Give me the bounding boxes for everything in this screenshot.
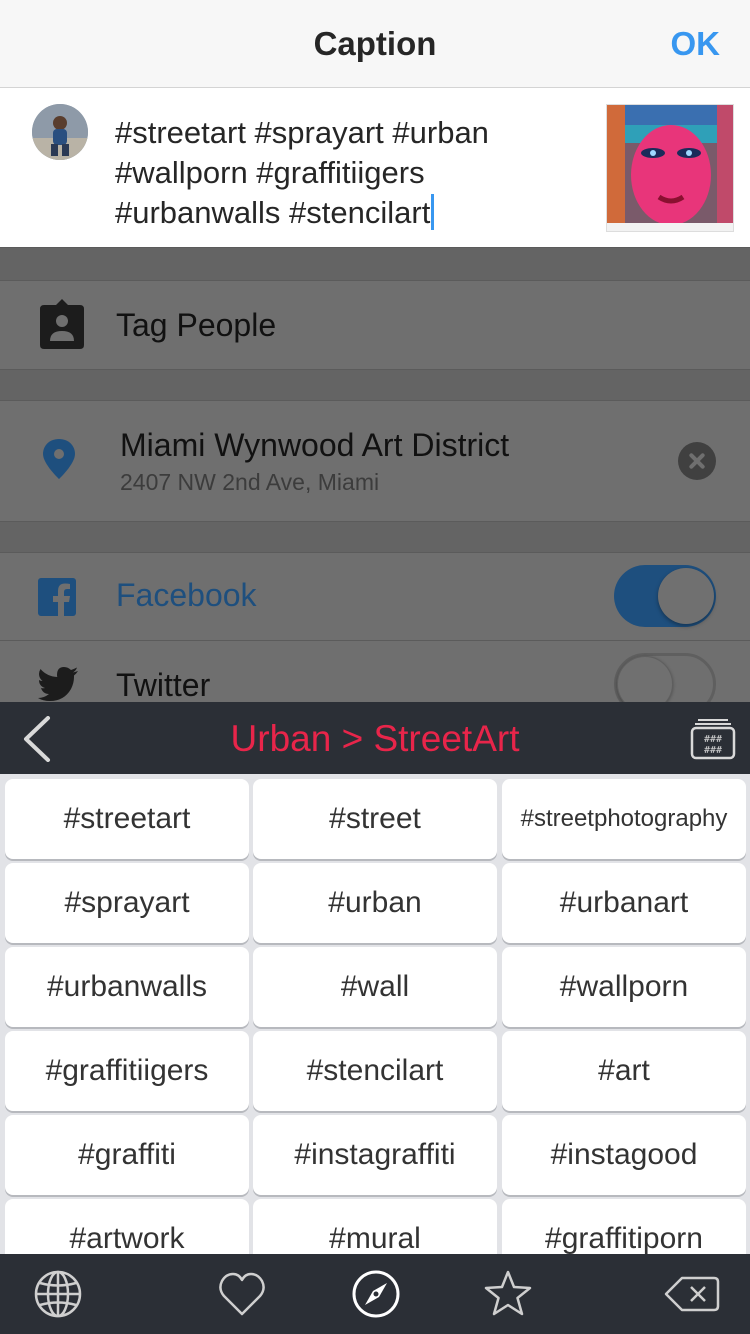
page-title: Caption: [313, 25, 437, 62]
avatar: [32, 104, 88, 160]
hashtag-key[interactable]: #wallporn: [502, 947, 746, 1027]
hashtag-key[interactable]: #mural: [253, 1199, 497, 1254]
hashtag-key[interactable]: #urbanwalls: [5, 947, 249, 1027]
twitter-share-row: Twitter: [0, 641, 750, 702]
category-breadcrumb: Urban > StreetArt: [230, 718, 520, 759]
compass-icon[interactable]: [350, 1268, 402, 1320]
hashtag-key[interactable]: #urbanart: [502, 863, 746, 943]
hashtag-key[interactable]: #instagraffiti: [253, 1115, 497, 1195]
globe-icon[interactable]: [32, 1268, 84, 1320]
hashtag-key[interactable]: #urban: [253, 863, 497, 943]
hashtag-key[interactable]: #graffiti: [5, 1115, 249, 1195]
caption-input[interactable]: #streetart #sprayart #urban #wallporn #g…: [115, 113, 585, 233]
hashtag-key[interactable]: #street: [253, 779, 497, 859]
hashtag-grid-icon[interactable]: ### ###: [690, 718, 736, 760]
hashtag-key[interactable]: #sprayart: [5, 863, 249, 943]
caption-line: #streetart #sprayart #urban: [115, 115, 489, 150]
caption-area: #streetart #sprayart #urban #wallporn #g…: [0, 89, 750, 247]
heart-icon[interactable]: [216, 1268, 268, 1320]
hashtag-key[interactable]: #instagood: [502, 1115, 746, 1195]
hashtag-key[interactable]: #streetphotography: [502, 779, 746, 859]
tag-people-label: Tag People: [116, 307, 277, 343]
facebook-label: Facebook: [116, 577, 257, 613]
svg-text:###: ###: [704, 734, 722, 745]
hashtag-key[interactable]: #artwork: [5, 1199, 249, 1254]
toggle-knob: [617, 656, 673, 702]
hashtag-key[interactable]: #graffitiigers: [5, 1031, 249, 1111]
twitter-toggle[interactable]: [614, 653, 716, 702]
section-separator: [0, 247, 750, 281]
hashtag-key[interactable]: #stencilart: [253, 1031, 497, 1111]
hashtag-key[interactable]: #graffitiporn: [502, 1199, 746, 1254]
section-separator: [0, 521, 750, 553]
keyboard-toolbar: [0, 1254, 750, 1334]
post-thumbnail: [606, 104, 734, 232]
hashtag-grid: #streetart #street #streetphotography #s…: [0, 774, 750, 1254]
post-options-list: Tag People Miami Wynwood Art District 24…: [0, 247, 750, 702]
text-cursor: [431, 194, 435, 230]
star-icon[interactable]: [482, 1268, 534, 1320]
facebook-share-row: Facebook: [0, 553, 750, 641]
facebook-toggle[interactable]: [614, 565, 716, 627]
location-address: 2407 NW 2nd Ave, Miami: [120, 469, 380, 495]
header-bar: Caption OK: [0, 0, 750, 88]
location-pin-icon: [42, 439, 76, 484]
section-separator: [0, 369, 750, 401]
remove-location-button[interactable]: [678, 442, 716, 480]
hashtag-keyboard-bar: Urban > StreetArt ### ###: [0, 702, 750, 774]
svg-text:###: ###: [704, 745, 722, 756]
facebook-icon: [38, 578, 76, 621]
location-row[interactable]: Miami Wynwood Art District 2407 NW 2nd A…: [0, 401, 750, 521]
tag-people-icon: [38, 299, 86, 354]
hashtag-key[interactable]: #wall: [253, 947, 497, 1027]
toggle-knob: [658, 568, 714, 624]
caption-line: #urbanwalls #stencilart: [115, 195, 431, 230]
caption-line: #wallporn #graffitiigers: [115, 155, 425, 190]
ok-button[interactable]: OK: [671, 0, 721, 88]
hashtag-key[interactable]: #art: [502, 1031, 746, 1111]
twitter-label: Twitter: [116, 667, 211, 702]
location-name: Miami Wynwood Art District: [120, 427, 510, 463]
hashtag-key[interactable]: #streetart: [5, 779, 249, 859]
backspace-icon[interactable]: [664, 1268, 720, 1320]
twitter-icon: [38, 667, 78, 702]
tag-people-row[interactable]: Tag People: [0, 281, 750, 369]
